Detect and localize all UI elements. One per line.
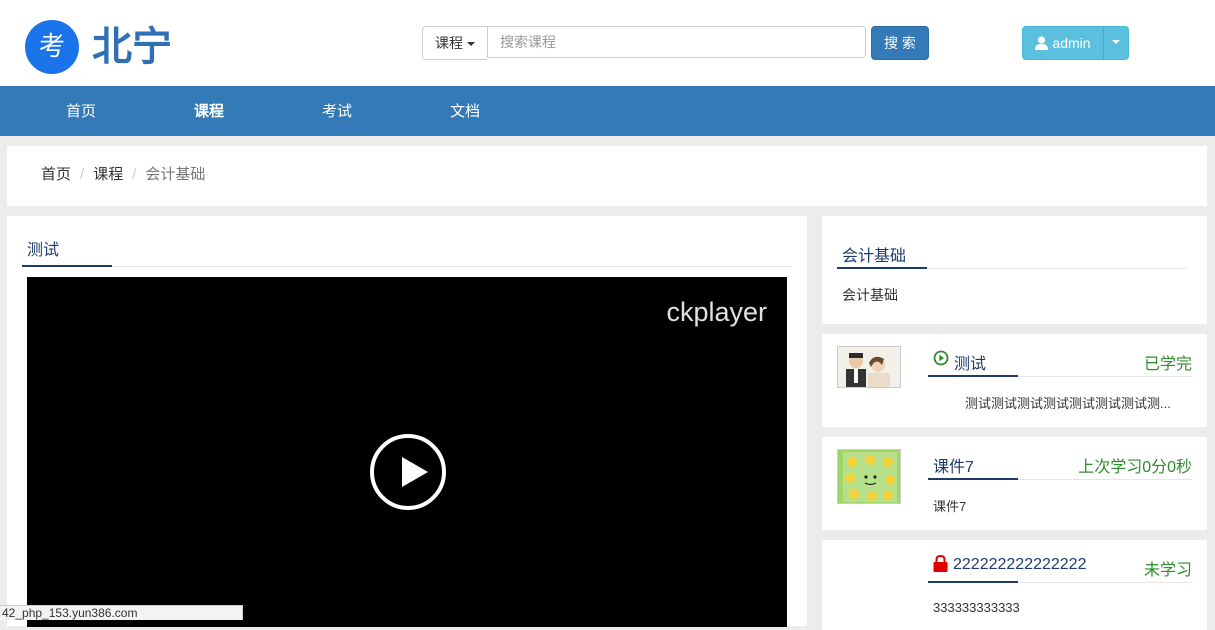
browser-status-bar: 42_php_153.yun386.com [0, 605, 243, 620]
breadcrumb-separator: / [80, 166, 85, 183]
nav-item-exams[interactable]: 考试 [297, 86, 377, 136]
lesson-title[interactable]: 课件7 [933, 453, 974, 477]
search-input[interactable] [487, 26, 866, 58]
title-underline [928, 375, 1018, 377]
player-brand: ckplayer [666, 297, 767, 327]
logo-icon[interactable]: 考 [25, 20, 79, 74]
user-icon [1035, 36, 1049, 50]
lesson-description: 测试测试测试测试测试测试测试测... [965, 396, 1171, 411]
video-title: 测试 [27, 242, 60, 259]
lesson-status: 上次学习0分0秒 [1078, 459, 1192, 476]
course-info-panel: 会计基础 会计基础 [822, 216, 1207, 324]
lesson-status: 未学习 [1143, 562, 1192, 579]
play-circle-icon [933, 350, 949, 366]
chevron-down-icon [467, 42, 475, 47]
main-nav: 首页 课程 考试 文档 [0, 86, 1215, 136]
lesson-description: 333333333333 [933, 600, 1020, 615]
breadcrumb-panel: 首页 / 课程 / 会计基础 [7, 146, 1207, 206]
logo-text[interactable]: 北宁 [92, 22, 172, 72]
play-triangle [402, 457, 428, 487]
search-type-label: 课程 [435, 35, 463, 51]
nav-item-docs[interactable]: 文档 [425, 86, 505, 136]
search-type-dropdown[interactable]: 课程 [422, 26, 487, 60]
title-underline [837, 267, 927, 269]
lock-icon [933, 555, 948, 572]
lesson-card[interactable]: 222222222222222 未学习 333333333333 [822, 540, 1207, 630]
play-icon[interactable] [370, 434, 446, 510]
lesson-description: 课件7 [933, 499, 967, 514]
lesson-card[interactable]: 测试 已学完 测试测试测试测试测试测试测试测... [822, 334, 1207, 427]
nav-item-courses[interactable]: 课程 [169, 86, 249, 136]
lesson-title[interactable]: 测试 [954, 350, 986, 374]
breadcrumb: 首页 / 课程 / 会计基础 [41, 146, 205, 204]
search-button[interactable]: 搜 索 [871, 26, 929, 60]
user-menu-button[interactable]: admin [1022, 26, 1104, 60]
divider [22, 266, 792, 267]
header: 考 北宁 课程 搜 索 admin [0, 0, 1215, 86]
lesson-thumbnail[interactable] [837, 449, 901, 504]
lesson-title[interactable]: 222222222222222 [953, 556, 1086, 574]
breadcrumb-link-courses[interactable]: 课程 [93, 166, 123, 183]
breadcrumb-link-home[interactable]: 首页 [41, 166, 71, 183]
course-info-title: 会计基础 [842, 248, 907, 265]
title-underline [928, 581, 1018, 583]
nav-item-home[interactable]: 首页 [41, 86, 121, 136]
title-underline [928, 478, 1018, 480]
user-menu-toggle[interactable] [1103, 26, 1129, 60]
lesson-thumbnail[interactable] [837, 346, 901, 388]
breadcrumb-current: 会计基础 [145, 166, 206, 183]
video-player[interactable]: ckplayer [27, 277, 787, 627]
breadcrumb-separator: / [132, 166, 137, 183]
course-info-description: 会计基础 [842, 287, 898, 303]
lesson-card[interactable]: 课件7 上次学习0分0秒 课件7 [822, 437, 1207, 530]
emoji-sheet-image [838, 450, 900, 503]
video-panel: 测试 ckplayer [7, 216, 807, 627]
chevron-down-icon [1112, 39, 1120, 44]
lesson-status: 已学完 [1143, 356, 1192, 373]
title-underline [22, 265, 112, 267]
photo-couple-image [838, 347, 900, 387]
user-name: admin [1052, 35, 1091, 51]
